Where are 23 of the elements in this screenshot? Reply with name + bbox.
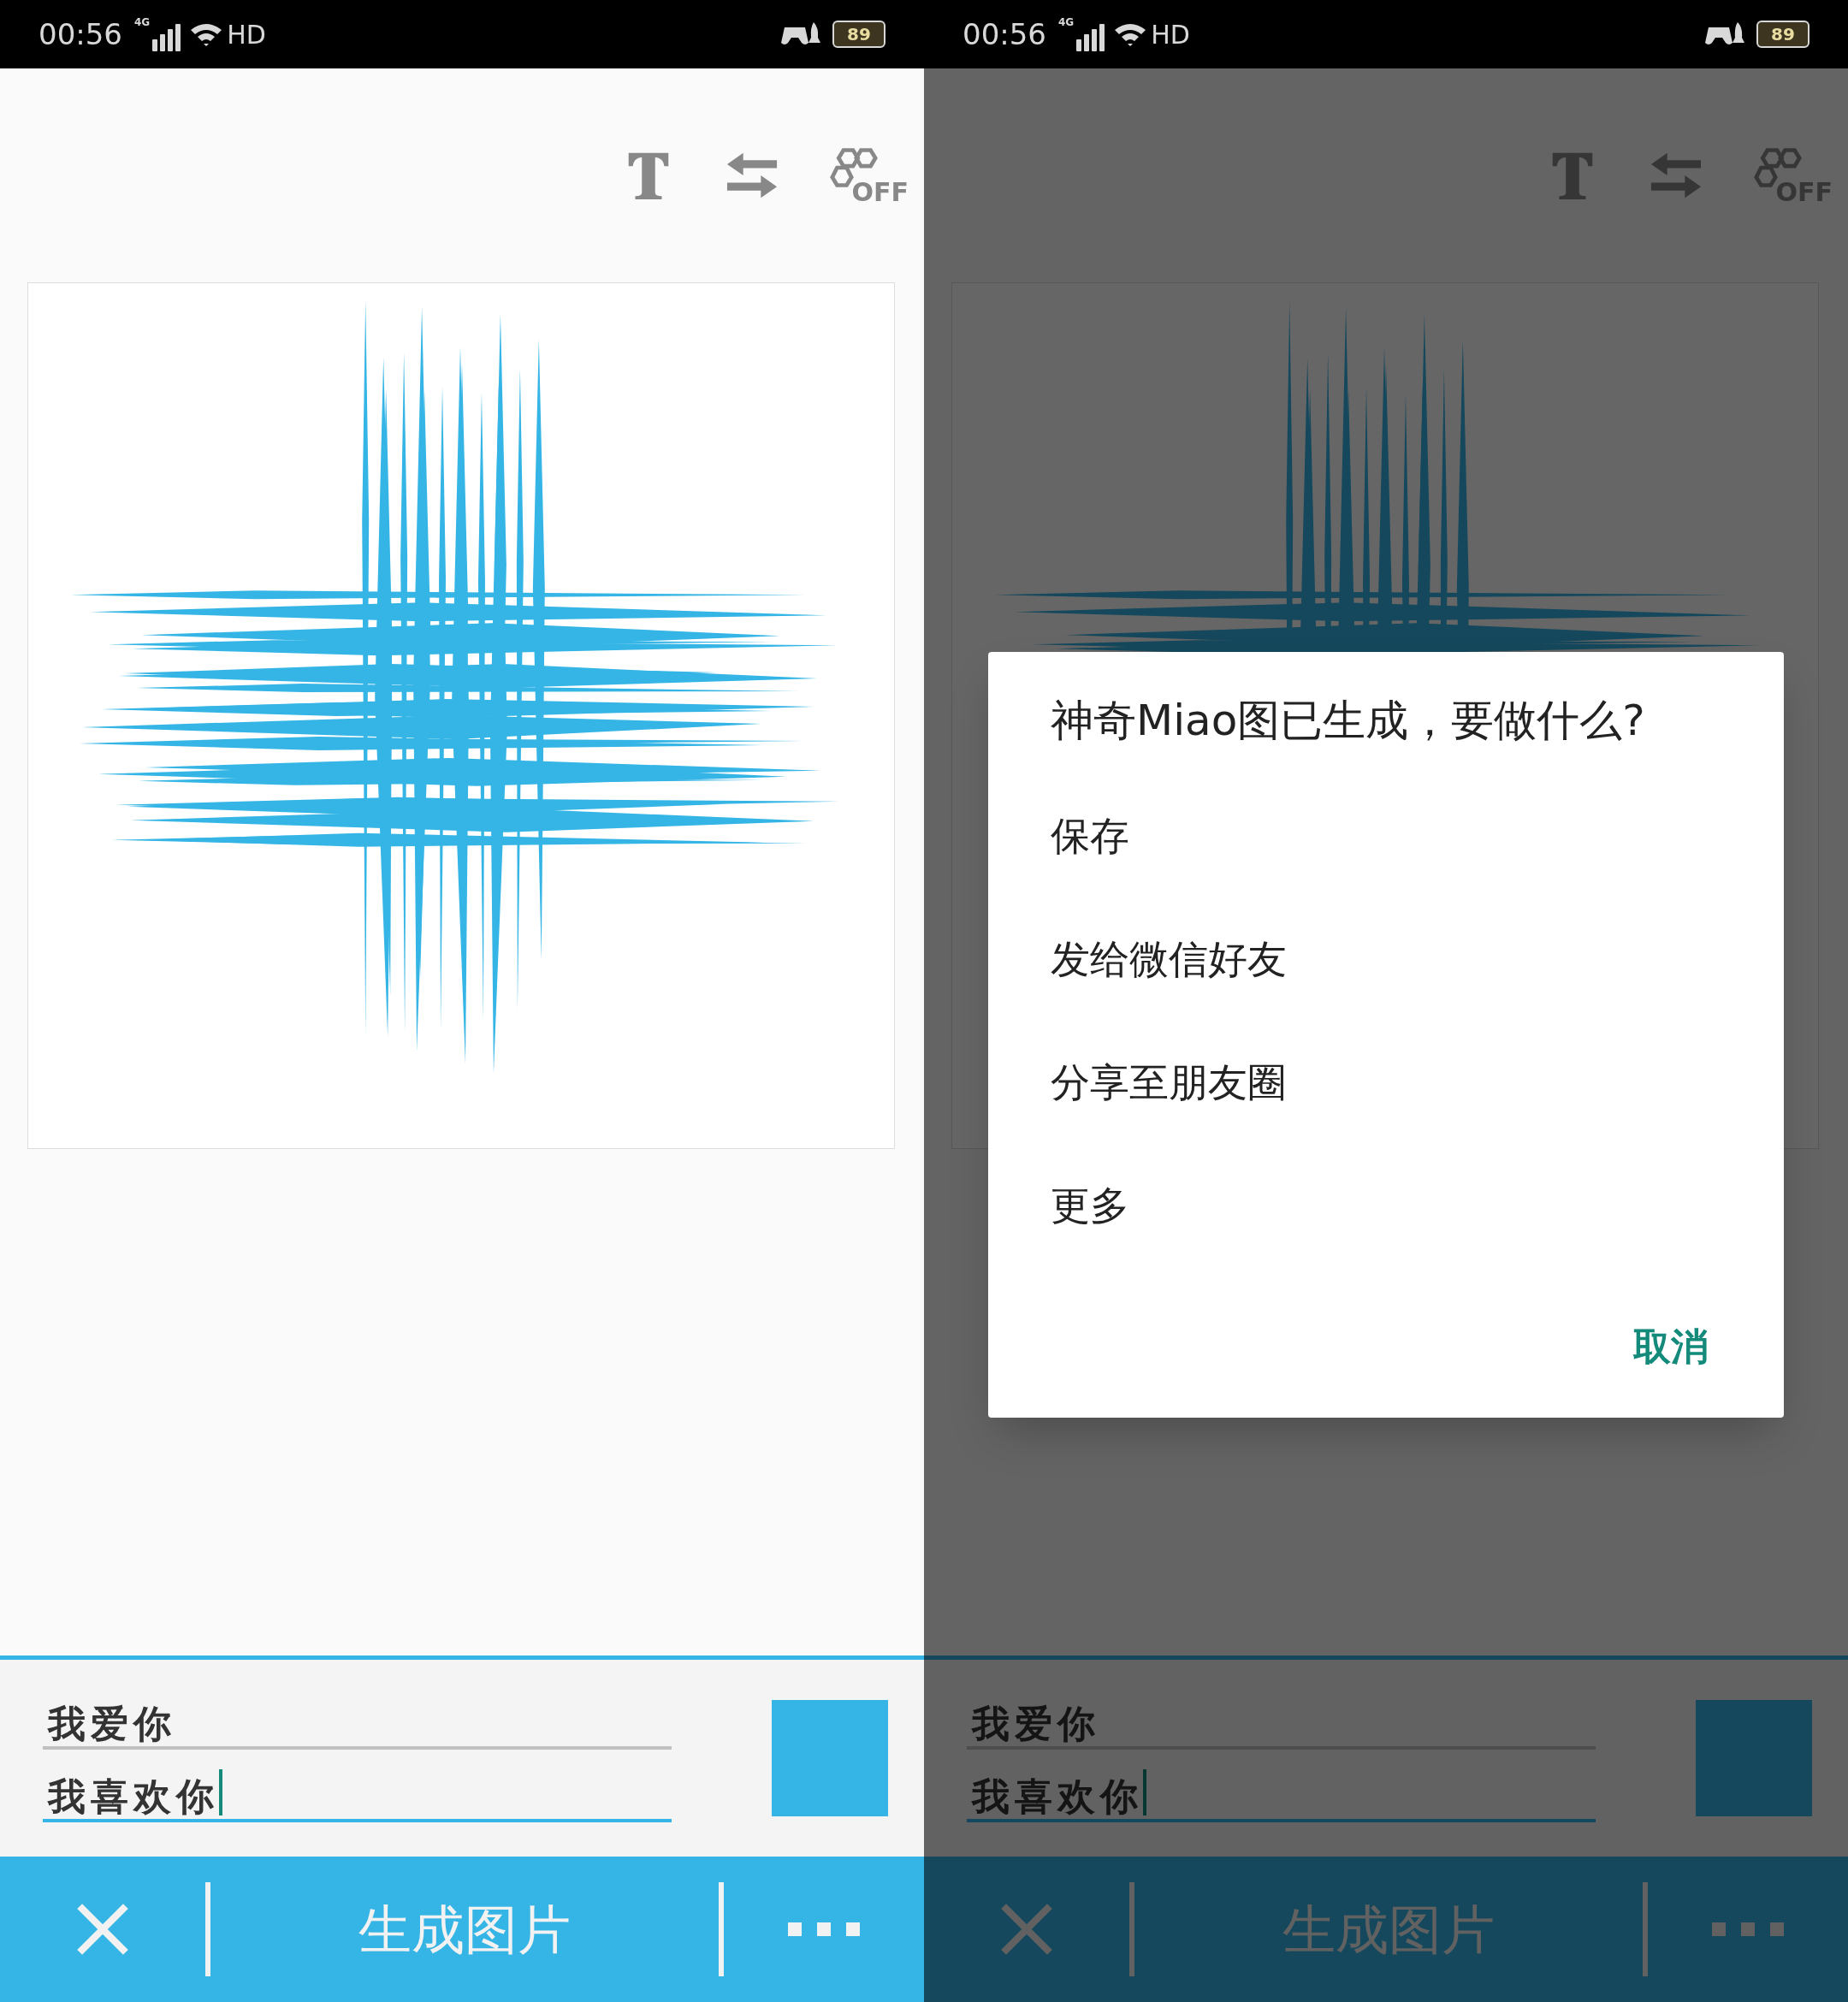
close-icon[interactable]: [76, 1903, 129, 1956]
text-input-field[interactable]: 我喜欢你: [967, 1767, 1596, 1822]
dialog-option[interactable]: 发给微信好友: [1051, 897, 1721, 1021]
color-swatch[interactable]: [1696, 1700, 1812, 1816]
clock: 00:56: [962, 15, 1046, 53]
text-input-field[interactable]: 我喜欢你: [43, 1767, 672, 1822]
text-input-field[interactable]: 我爱你: [967, 1694, 1596, 1750]
dialog-option[interactable]: 分享至朋友圈: [1051, 1021, 1721, 1144]
network-label: HD: [1151, 18, 1190, 51]
battery-icon: 89: [832, 21, 886, 48]
more-icon[interactable]: [788, 1922, 860, 1936]
dialog-option[interactable]: 更多: [1051, 1144, 1721, 1267]
dialog-option[interactable]: 保存: [1051, 774, 1721, 897]
more-icon[interactable]: [1712, 1922, 1784, 1936]
clock: 00:56: [38, 15, 122, 53]
pattern-off-button[interactable]: OFF: [830, 145, 909, 205]
color-swatch[interactable]: [772, 1700, 888, 1816]
text-input-field[interactable]: 我爱你: [43, 1694, 672, 1750]
battery-icon: 89: [1756, 21, 1810, 48]
close-icon[interactable]: [1000, 1903, 1053, 1956]
network-label: HD: [227, 18, 266, 51]
cancel-button[interactable]: 取消: [1633, 1318, 1721, 1375]
dialog-title: 神奇Miao图已生成，要做什么?: [1051, 699, 1646, 742]
